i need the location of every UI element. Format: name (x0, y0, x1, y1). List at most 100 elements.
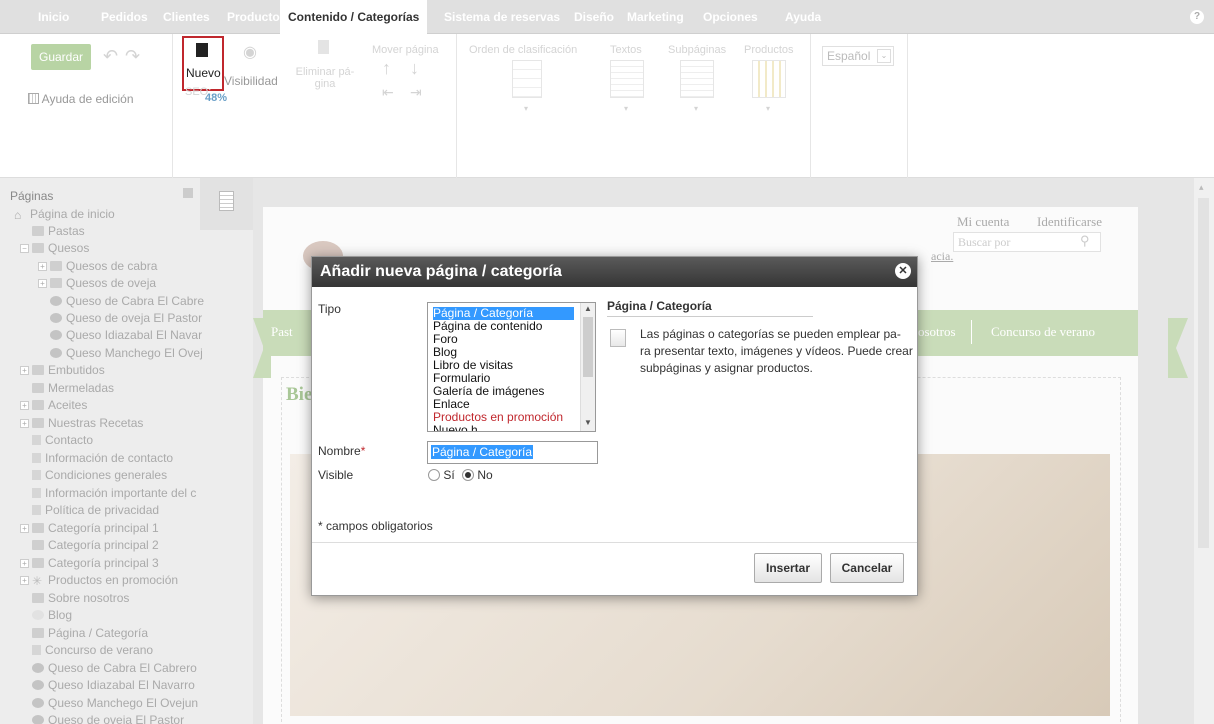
cancel-button[interactable]: Cancelar (830, 553, 904, 583)
tree-item[interactable]: Blog (32, 607, 72, 624)
nav-summer-contest[interactable]: Concurso de verano (991, 324, 1095, 340)
tree-item[interactable]: Información importante del c (32, 485, 196, 502)
nav-about[interactable]: osotros (918, 324, 956, 340)
tree-item[interactable]: + Categoría principal 1 (20, 520, 159, 537)
scroll-up-icon[interactable]: ▲ (584, 304, 592, 313)
my-account-link[interactable]: Mi cuenta (957, 214, 1009, 230)
expand-node-icon[interactable]: + (20, 559, 29, 568)
tree-item[interactable]: Queso de Cabra El Cabre (50, 293, 204, 310)
tree-item[interactable]: + ✳ Productos en promoción (20, 572, 178, 589)
expand-node-icon[interactable]: + (20, 576, 29, 585)
collapse-icon[interactable] (183, 188, 193, 198)
type-listbox[interactable]: Página / Categoría Página de contenido F… (427, 302, 596, 432)
tree-item[interactable]: Categoría principal 2 (32, 537, 159, 554)
tree-item[interactable]: Queso de oveja El Pastor (50, 310, 202, 327)
tree-item[interactable]: Información de contacto (32, 450, 173, 467)
redo-icon[interactable]: ↷ (125, 46, 140, 67)
tree-item[interactable]: − Quesos (20, 240, 89, 257)
collapse-node-icon[interactable]: − (20, 244, 29, 253)
tree-item[interactable]: Queso Idiazabal El Navar (50, 327, 202, 344)
edit-help-link[interactable]: Ayuda de edición (28, 92, 134, 106)
nav-pastas[interactable]: Past (271, 324, 293, 340)
expand-node-icon[interactable]: + (38, 262, 47, 271)
tree-item[interactable]: + Quesos de oveja (38, 275, 156, 292)
login-link[interactable]: Identificarse (1037, 214, 1102, 230)
expand-node-icon[interactable]: + (20, 524, 29, 533)
nav-ayuda[interactable]: Ayuda (777, 0, 829, 34)
scroll-down-icon[interactable]: ▼ (584, 418, 592, 427)
move-down-icon[interactable]: ↓ (410, 58, 419, 79)
nav-contenido-categorias[interactable]: Contenido / Categorías (280, 0, 428, 35)
dialog-header: Añadir nueva página / categoría ✕ (312, 257, 917, 287)
expand-node-icon[interactable]: + (20, 419, 29, 428)
outdent-icon[interactable]: ⇤ (382, 84, 394, 101)
new-page-dialog: Añadir nueva página / categoría ✕ Tipo P… (311, 256, 918, 596)
indent-icon[interactable]: ⇥ (410, 84, 422, 101)
sort-order-icon[interactable] (512, 60, 542, 98)
preview-scrollbar[interactable]: ▴ (1194, 178, 1214, 724)
texts-dropdown-icon[interactable]: ▾ (624, 104, 628, 113)
nav-clientes[interactable]: Clientes (155, 0, 218, 34)
visible-yes-radio[interactable] (428, 469, 440, 481)
help-icon[interactable]: ? (1190, 10, 1204, 24)
new-page-button[interactable]: Nuevo (182, 36, 224, 91)
tree-item[interactable]: ⌂ Página de inicio (14, 206, 115, 223)
nav-diseno[interactable]: Diseño (566, 0, 622, 34)
close-icon[interactable]: ✕ (895, 263, 911, 279)
page-icon (32, 435, 41, 445)
tree-item[interactable]: Mermeladas (32, 380, 114, 397)
expand-node-icon[interactable]: + (38, 279, 47, 288)
delete-page-button[interactable]: Eliminar pá-gina (290, 66, 360, 90)
tree-item[interactable]: Pastas (32, 223, 85, 240)
expand-node-icon[interactable]: + (20, 366, 29, 375)
tree-item[interactable]: + Categoría principal 3 (20, 555, 159, 572)
subpages-dropdown-icon[interactable]: ▾ (694, 104, 698, 113)
expand-node-icon[interactable]: + (20, 401, 29, 410)
visibility-button[interactable]: Visibilidad (224, 74, 278, 88)
tree-item[interactable]: Queso Manchego El Ovej (50, 345, 203, 362)
type-option[interactable]: Nuevo h... (433, 424, 488, 432)
tree-item[interactable]: + Nuestras Recetas (20, 415, 143, 432)
scrollbar-thumb[interactable] (583, 317, 593, 377)
name-field[interactable]: Página / Categoría (427, 441, 598, 464)
insert-button[interactable]: Insertar (754, 553, 822, 583)
language-select[interactable]: Español ⌄ (822, 46, 894, 66)
tree-item[interactable]: Página / Categoría (32, 625, 148, 642)
page-view-tab[interactable] (200, 178, 253, 230)
product-icon (32, 698, 44, 708)
tree-item[interactable]: Concurso de verano (32, 642, 153, 659)
tree-item[interactable]: Sobre nosotros (32, 590, 129, 607)
nav-marketing[interactable]: Marketing (619, 0, 692, 34)
products-icon[interactable] (752, 60, 786, 98)
save-button[interactable]: Guardar (31, 44, 91, 70)
sort-dropdown-icon[interactable]: ▾ (524, 104, 528, 113)
undo-icon[interactable]: ↶ (103, 46, 118, 67)
scrollbar-thumb[interactable] (1198, 198, 1209, 548)
texts-icon[interactable] (610, 60, 644, 98)
tree-item[interactable]: Queso Idiazabal El Navarro (32, 677, 195, 694)
scroll-up-icon[interactable]: ▴ (1199, 182, 1204, 193)
site-search-input[interactable]: Buscar por ⚲ (953, 232, 1101, 252)
nav-pedidos[interactable]: Pedidos (93, 0, 156, 34)
product-icon (50, 313, 62, 323)
nav-opciones[interactable]: Opciones (695, 0, 766, 34)
tree-item[interactable]: + Embutidos (20, 362, 105, 379)
header-link[interactable]: acia. (931, 249, 953, 264)
tree-item[interactable]: + Aceites (20, 397, 87, 414)
tree-item[interactable]: Queso de oveja El Pastor (32, 712, 184, 724)
search-placeholder: Buscar por (958, 235, 1011, 249)
subpages-icon[interactable] (680, 60, 714, 98)
tree-item[interactable]: Condiciones generales (32, 467, 167, 484)
move-up-icon[interactable]: ↑ (382, 58, 391, 79)
tree-item[interactable]: Contacto (32, 432, 93, 449)
products-dropdown-icon[interactable]: ▾ (766, 104, 770, 113)
tree-item[interactable]: Queso Manchego El Ovejun (32, 695, 198, 712)
visible-no-radio[interactable] (462, 469, 475, 481)
tree-item[interactable]: Queso de Cabra El Cabrero (32, 660, 197, 677)
tree-item[interactable]: Política de privacidad (32, 502, 159, 519)
nav-sistema-reservas[interactable]: Sistema de reservas (436, 0, 568, 34)
promotion-icon: ✳ (32, 574, 43, 588)
listbox-scrollbar[interactable]: ▲ ▼ (580, 303, 595, 431)
nav-inicio[interactable]: Inicio (30, 0, 77, 34)
tree-item[interactable]: + Quesos de cabra (38, 258, 157, 275)
